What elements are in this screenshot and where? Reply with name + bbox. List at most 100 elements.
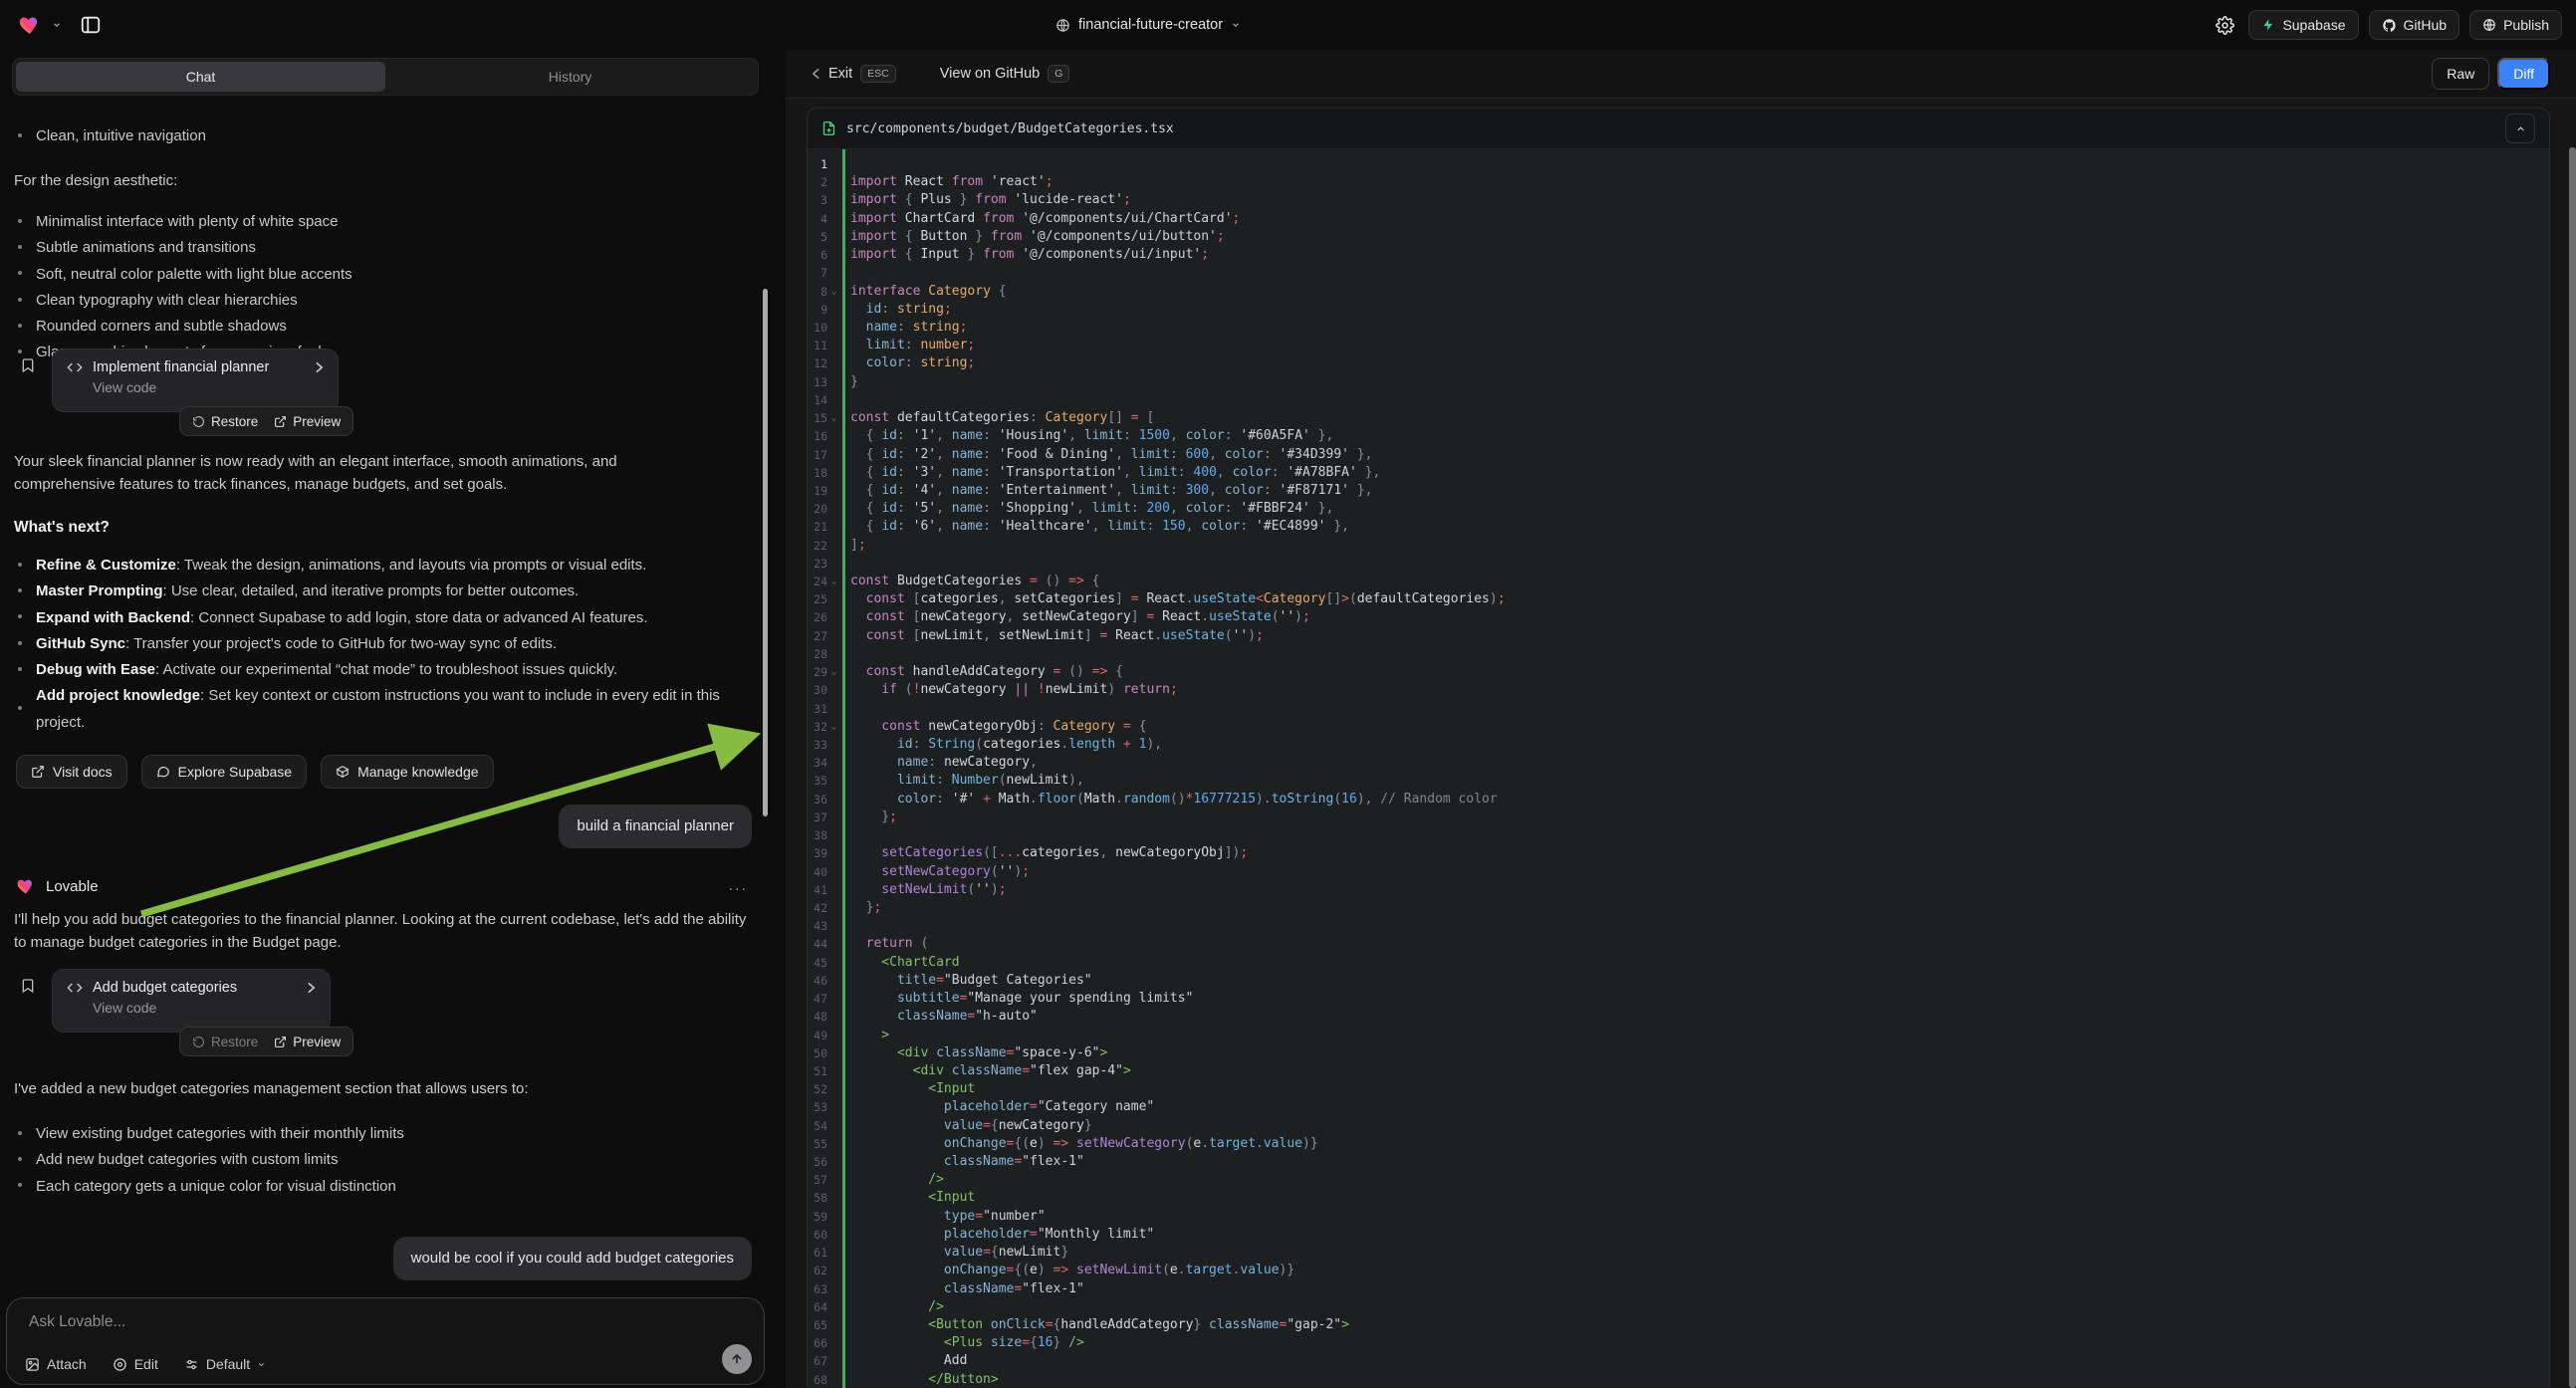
code-line: 51 <div className="flex gap-4"> <box>808 1062 2549 1080</box>
bullet-item: Minimalist interface with plenty of whit… <box>14 209 748 235</box>
bullet-item: Clean, intuitive navigation <box>36 123 206 149</box>
tab-chat[interactable]: Chat <box>16 62 385 92</box>
explore-supabase-button[interactable]: Explore Supabase <box>141 755 307 789</box>
code-panel: Exit ESC View on GitHub G Raw Diff src/c… <box>786 50 2576 1388</box>
chevron-up-icon[interactable] <box>2505 114 2535 143</box>
code-card: src/components/budget/BudgetCategories.t… <box>807 108 2550 1388</box>
bullet-item: Add project knowledge: Set key context o… <box>14 683 741 736</box>
mode-selector[interactable]: Default <box>184 1356 266 1372</box>
code-line: 16 { id: '1', name: 'Housing', limit: 15… <box>808 427 2549 445</box>
code-icon <box>67 361 83 373</box>
restore-icon <box>192 1036 205 1048</box>
restore-button[interactable]: Restore <box>192 1035 258 1049</box>
external-link-icon <box>31 765 45 779</box>
page-scrollbar[interactable] <box>2569 147 2576 1388</box>
quick-actions: Visit docs Explore Supabase Manage knowl… <box>16 755 494 789</box>
publish-button[interactable]: Publish <box>2469 10 2562 40</box>
exit-button[interactable]: Exit <box>828 66 852 82</box>
version-card-implement-financial-planner[interactable]: Implement financial planner View code <box>52 348 339 412</box>
preview-button[interactable]: Preview <box>274 1035 341 1049</box>
chat-scrollbar[interactable] <box>763 289 768 816</box>
bullet-item: Add new budget categories with custom li… <box>14 1147 748 1173</box>
code-line: 34 name: newCategory, <box>808 754 2549 772</box>
code-line: 12 color: string; <box>808 354 2549 372</box>
code-lines: 12import React from 'react';3import { Pl… <box>808 155 2549 1388</box>
code-line: 9 id: string; <box>808 301 2549 319</box>
code-line: 55 onChange={(e) => setNewCategory(e.tar… <box>808 1135 2549 1153</box>
bullet-item: Rounded corners and subtle shadows <box>14 314 748 340</box>
chevron-down-icon[interactable] <box>52 20 62 30</box>
intro-bullet: Clean, intuitive navigation <box>14 123 748 149</box>
github-button[interactable]: GitHub <box>2369 10 2460 40</box>
bookmark-icon[interactable] <box>20 356 36 374</box>
code-line: 15⌄const defaultCategories: Category[] =… <box>808 409 2549 427</box>
chevron-right-icon <box>315 361 324 373</box>
chat-input[interactable] <box>27 1312 628 1332</box>
code-line: 37 }; <box>808 809 2549 826</box>
attach-button[interactable]: Attach <box>25 1356 87 1372</box>
bookmark-icon[interactable] <box>20 977 36 995</box>
raw-toggle-button[interactable]: Raw <box>2432 58 2489 90</box>
code-line: 32⌄ const newCategoryObj: Category = { <box>808 718 2549 736</box>
code-line: 47 subtitle="Manage your spending limits… <box>808 990 2549 1008</box>
design-heading: For the design aesthetic: <box>14 169 748 192</box>
file-path-row[interactable]: src/components/budget/BudgetCategories.t… <box>808 109 2549 149</box>
diff-toggle-button[interactable]: Diff <box>2497 58 2550 90</box>
bullet-item: Each category gets a unique color for vi… <box>14 1174 748 1200</box>
globe-icon <box>1055 18 1070 33</box>
code-line: 3import { Plus } from 'lucide-react'; <box>808 191 2549 209</box>
version-card-2-wrap: Add budget categories View code Restore <box>0 969 757 1058</box>
restore-button[interactable]: Restore <box>192 414 258 429</box>
sliders-icon <box>184 1357 199 1372</box>
code-line: 64 /> <box>808 1298 2549 1316</box>
chat-history-tabs: Chat History <box>12 58 759 96</box>
tab-history[interactable]: History <box>385 62 755 92</box>
file-added-icon <box>821 120 836 136</box>
code-line: 44 return ( <box>808 935 2549 953</box>
code-line: 22]; <box>808 537 2549 555</box>
code-line: 52 <Input <box>808 1080 2549 1098</box>
design-bullet-list: Minimalist interface with plenty of whit… <box>14 209 748 366</box>
code-line: 24⌄const BudgetCategories = () => { <box>808 573 2549 590</box>
edit-button[interactable]: Edit <box>113 1356 158 1372</box>
code-viewer[interactable]: 12import React from 'react';3import { Pl… <box>808 149 2549 1388</box>
code-line: 21 { id: '6', name: 'Healthcare', limit:… <box>808 518 2549 536</box>
assistant-summary: Your sleek financial planner is now read… <box>14 450 721 496</box>
topbar: financial-future-creator Supabase GitHub <box>0 0 2576 50</box>
code-line: 45 <ChartCard <box>808 954 2549 972</box>
publish-label: Publish <box>2503 17 2549 33</box>
version-card-title: Add budget categories <box>93 980 297 996</box>
chevron-right-icon <box>307 982 316 994</box>
view-on-github-link[interactable]: View on GitHub <box>940 66 1040 82</box>
lovable-heart-icon <box>16 876 36 896</box>
code-line: 53 placeholder="Category name" <box>808 1098 2549 1116</box>
next-steps-list: Refine & Customize: Tweak the design, an… <box>14 553 741 736</box>
whats-next-heading: What's next? <box>14 516 748 539</box>
code-line: 38 <box>808 826 2549 844</box>
view-code-link[interactable]: View code <box>93 379 324 395</box>
manage-knowledge-button[interactable]: Manage knowledge <box>321 755 493 789</box>
view-code-link[interactable]: View code <box>93 1000 316 1016</box>
manage-knowledge-label: Manage knowledge <box>357 764 478 780</box>
code-line: 4import ChartCard from '@/components/ui/… <box>808 210 2549 228</box>
visit-docs-button[interactable]: Visit docs <box>16 755 127 789</box>
code-line: 68 </Button> <box>808 1371 2549 1388</box>
lovable-heart-icon[interactable] <box>18 13 42 37</box>
preview-button[interactable]: Preview <box>274 414 341 429</box>
gear-icon[interactable] <box>2212 16 2238 35</box>
panel-left-icon[interactable] <box>80 14 102 36</box>
code-line: 46 title="Budget Categories" <box>808 972 2549 990</box>
g-key-badge: G <box>1048 65 1069 83</box>
code-line: 25 const [categories, setCategories] = R… <box>808 590 2549 608</box>
send-button[interactable] <box>722 1344 752 1374</box>
external-link-icon <box>274 415 287 428</box>
ellipsis-icon[interactable]: ... <box>729 877 748 895</box>
code-line: 63 className="flex-1" <box>808 1280 2549 1298</box>
supabase-button[interactable]: Supabase <box>2248 10 2358 40</box>
project-switcher[interactable]: financial-future-creator <box>1055 0 1241 50</box>
chevron-left-icon[interactable] <box>812 68 820 80</box>
explore-supabase-label: Explore Supabase <box>178 764 292 780</box>
code-line: 11 limit: number; <box>808 337 2549 354</box>
version-card-add-budget-categories[interactable]: Add budget categories View code <box>52 969 331 1033</box>
code-line: 56 className="flex-1" <box>808 1153 2549 1171</box>
